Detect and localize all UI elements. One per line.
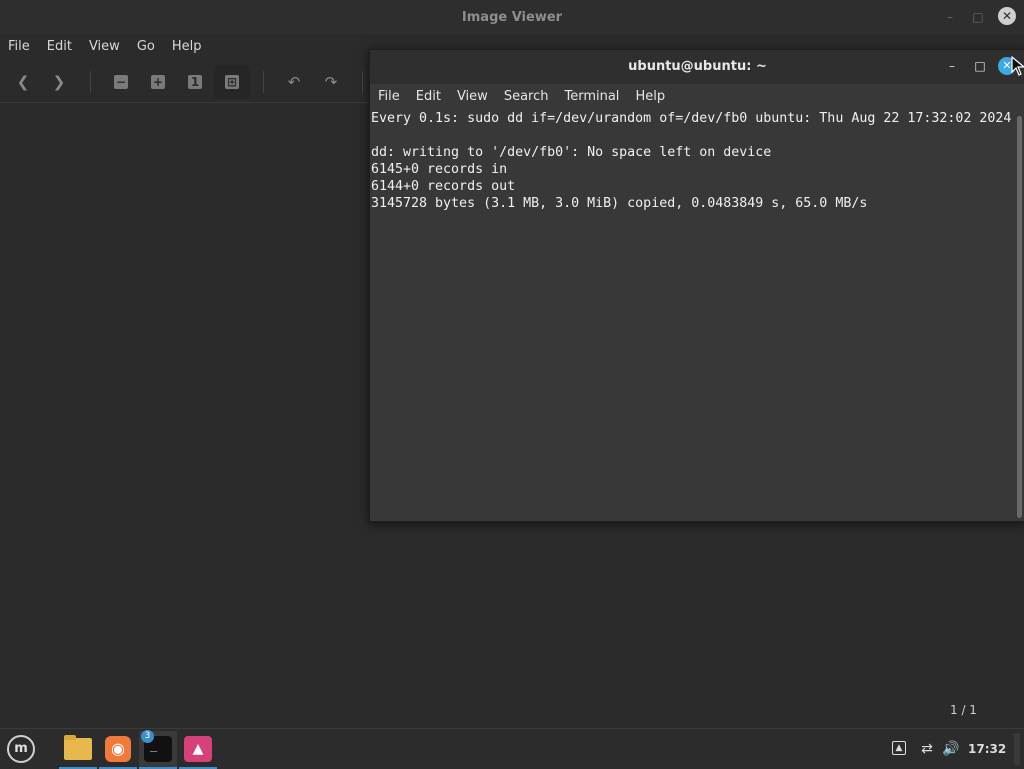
image-viewer-titlebar[interactable]: Image Viewer — [0, 0, 1024, 34]
image-viewer-menubar: File Edit View Go Help — [0, 36, 210, 58]
toolbar-divider — [362, 71, 363, 93]
terminal-line: dd: writing to '/dev/fb0': No space left… — [371, 145, 772, 160]
folder-icon — [64, 735, 92, 760]
terminal-window: ubuntu@ubuntu: ~ – □ ✕ File Edit View Se… — [369, 49, 1024, 522]
image-viewer-title: Image Viewer — [461, 9, 563, 25]
menu-view[interactable]: View — [81, 36, 129, 58]
menu-file[interactable]: File — [370, 86, 408, 108]
volume-icon[interactable]: 🔊 — [942, 739, 960, 759]
menu-edit[interactable]: Edit — [408, 86, 449, 108]
menu-edit[interactable]: Edit — [39, 36, 81, 58]
mint-menu-button[interactable]: m — [7, 735, 35, 763]
menu-view[interactable]: View — [449, 86, 496, 108]
network-disconnected-icon[interactable]: ⇄ — [918, 739, 936, 759]
terminal-title: ubuntu@ubuntu: ~ — [628, 59, 767, 74]
toolbar-divider — [90, 71, 91, 93]
firefox-icon: ◉ — [105, 736, 131, 762]
terminal-scrollbar[interactable] — [1017, 116, 1022, 518]
terminal-line: 6145+0 records in — [371, 162, 508, 177]
minimize-icon[interactable]: – — [944, 58, 960, 74]
menu-search[interactable]: Search — [496, 86, 557, 108]
toolbar-divider — [263, 71, 264, 93]
zoom-fit-icon: ⊞ — [225, 75, 239, 89]
show-desktop-button[interactable] — [1014, 733, 1020, 765]
rotate-left-icon[interactable]: ↶ — [285, 73, 303, 91]
terminal-titlebar[interactable]: ubuntu@ubuntu: ~ – □ ✕ — [370, 50, 1024, 84]
rotate-right-icon[interactable]: ↷ — [322, 73, 340, 91]
taskbar-app-firefox[interactable]: ◉ — [99, 731, 137, 769]
zoom-fit-button[interactable]: ⊞ — [214, 65, 250, 99]
menu-go[interactable]: Go — [129, 36, 164, 58]
zoom-out-icon[interactable]: − — [114, 75, 128, 89]
taskbar-app-files[interactable] — [59, 731, 97, 769]
taskbar-app-image-viewer[interactable]: ▲ — [179, 731, 217, 769]
keyboard-layout-icon[interactable]: ▲ — [892, 741, 906, 755]
page-count: 1 / 1 — [950, 703, 977, 717]
image-viewer-icon: ▲ — [184, 736, 212, 762]
window-count-badge: 3 — [141, 730, 154, 743]
mouse-pointer-icon — [1011, 56, 1024, 76]
maximize-icon[interactable]: □ — [970, 9, 986, 25]
clock[interactable]: 17:32 — [968, 739, 1006, 759]
taskbar-app-terminal[interactable]: _ 3 — [139, 730, 177, 769]
menu-help[interactable]: Help — [627, 86, 673, 108]
terminal-line: Every 0.1s: sudo dd if=/dev/urandom of=/… — [371, 111, 1011, 126]
terminal-output[interactable]: Every 0.1s: sudo dd if=/dev/urandom of=/… — [371, 110, 1011, 518]
menu-help[interactable]: Help — [164, 36, 211, 58]
taskbar: m ◉ _ 3 ▲ ▲ ⇄ 🔊 17:32 — [0, 728, 1024, 769]
terminal-line: 3145728 bytes (3.1 MB, 3.0 MiB) copied, … — [371, 196, 868, 211]
maximize-icon[interactable]: □ — [972, 58, 988, 74]
minimize-icon[interactable]: – — [942, 9, 958, 25]
close-icon[interactable]: ✕ — [998, 7, 1016, 25]
zoom-in-icon[interactable]: + — [151, 75, 165, 89]
terminal-menubar: File Edit View Search Terminal Help — [370, 86, 673, 108]
zoom-normal-button[interactable]: 1 — [188, 75, 202, 89]
terminal-line: 6144+0 records out — [371, 179, 516, 194]
menu-terminal[interactable]: Terminal — [556, 86, 627, 108]
chevron-left-icon[interactable]: ❮ — [14, 73, 32, 91]
menu-file[interactable]: File — [0, 36, 39, 58]
chevron-right-icon[interactable]: ❯ — [50, 73, 68, 91]
